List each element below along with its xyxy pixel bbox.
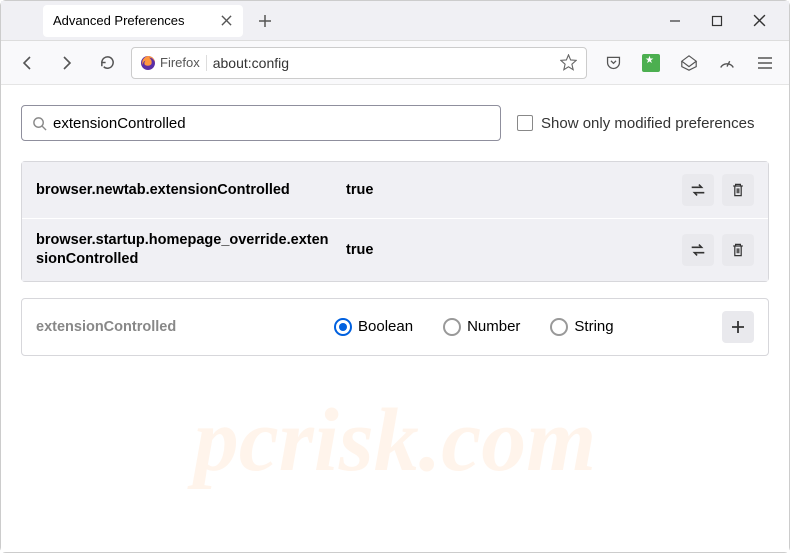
add-pref-container: extensionControlled Boolean Number Strin…: [21, 298, 769, 356]
radio-number[interactable]: Number: [443, 318, 520, 336]
urlbar[interactable]: Firefox about:config: [131, 47, 587, 79]
toggle-button[interactable]: [682, 234, 714, 266]
pref-table: browser.newtab.extensionControlled true …: [21, 161, 769, 282]
window-controls: [665, 11, 785, 31]
toolbar-icons: [595, 49, 779, 77]
browser-tab[interactable]: Advanced Preferences: [43, 5, 243, 37]
radio-label: Boolean: [358, 318, 413, 335]
radio-label: Number: [467, 318, 520, 335]
pref-value: true: [346, 242, 672, 258]
pref-row: browser.startup.homepage_override.extens…: [22, 218, 768, 281]
url-text: about:config: [213, 55, 552, 71]
radio-icon: [443, 318, 461, 336]
radio-label: String: [574, 318, 613, 335]
reload-button[interactable]: [91, 47, 123, 79]
add-pref-button[interactable]: [722, 311, 754, 343]
pref-row: browser.newtab.extensionControlled true: [22, 162, 768, 218]
watermark: pcrisk.com: [194, 389, 596, 492]
radio-string[interactable]: String: [550, 318, 613, 336]
close-tab-button[interactable]: [219, 14, 233, 28]
forward-button[interactable]: [51, 47, 83, 79]
identity-box[interactable]: Firefox: [140, 55, 207, 71]
addon-button[interactable]: [637, 49, 665, 77]
meter-button[interactable]: [713, 49, 741, 77]
search-input[interactable]: [47, 115, 490, 132]
window: Advanced Preferences: [0, 0, 790, 553]
type-radio-group: Boolean Number String: [334, 318, 704, 336]
close-window-button[interactable]: [749, 11, 769, 31]
pref-actions: [682, 174, 754, 206]
pref-actions: [682, 234, 754, 266]
pref-name: browser.startup.homepage_override.extens…: [36, 231, 336, 269]
firefox-icon: [140, 55, 156, 71]
bookmark-star-button[interactable]: [558, 53, 578, 73]
back-button[interactable]: [11, 47, 43, 79]
navbar: Firefox about:config: [1, 41, 789, 85]
show-modified-checkbox-label[interactable]: Show only modified preferences: [517, 115, 754, 132]
search-row: Show only modified preferences: [21, 105, 769, 141]
menu-button[interactable]: [751, 49, 779, 77]
radio-icon: [334, 318, 352, 336]
content: Show only modified preferences browser.n…: [1, 85, 789, 552]
search-box[interactable]: [21, 105, 501, 141]
titlebar: Advanced Preferences: [1, 1, 789, 41]
new-tab-button[interactable]: [251, 7, 279, 35]
pref-name: browser.newtab.extensionControlled: [36, 181, 336, 200]
radio-icon: [550, 318, 568, 336]
delete-button[interactable]: [722, 174, 754, 206]
tab-title: Advanced Preferences: [53, 13, 185, 28]
pref-value: true: [346, 182, 672, 198]
search-icon: [32, 116, 47, 131]
addon-green-icon: [642, 54, 660, 72]
add-pref-name: extensionControlled: [36, 319, 316, 335]
maximize-button[interactable]: [707, 11, 727, 31]
inbox-button[interactable]: [675, 49, 703, 77]
add-pref-row: extensionControlled Boolean Number Strin…: [22, 299, 768, 355]
pocket-button[interactable]: [599, 49, 627, 77]
checkbox-text: Show only modified preferences: [541, 115, 754, 132]
toggle-button[interactable]: [682, 174, 714, 206]
identity-label: Firefox: [160, 55, 200, 70]
delete-button[interactable]: [722, 234, 754, 266]
show-modified-checkbox[interactable]: [517, 115, 533, 131]
minimize-button[interactable]: [665, 11, 685, 31]
radio-boolean[interactable]: Boolean: [334, 318, 413, 336]
